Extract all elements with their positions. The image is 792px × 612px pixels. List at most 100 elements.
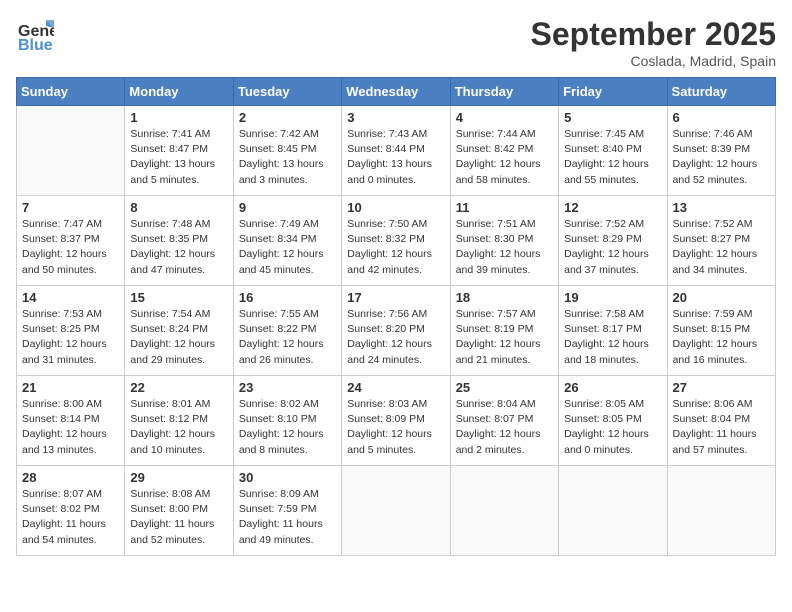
cell-line: Sunset: 8:19 PM (456, 322, 553, 337)
cell-line: and 16 minutes. (673, 353, 770, 368)
calendar-cell: 2Sunrise: 7:42 AMSunset: 8:45 PMDaylight… (233, 106, 341, 196)
cell-line: Sunrise: 7:59 AM (673, 307, 770, 322)
cell-line: Sunrise: 7:57 AM (456, 307, 553, 322)
cell-line: Sunset: 8:40 PM (564, 142, 661, 157)
cell-line: Sunrise: 8:06 AM (673, 397, 770, 412)
calendar-cell: 6Sunrise: 7:46 AMSunset: 8:39 PMDaylight… (667, 106, 775, 196)
cell-line: Sunset: 8:37 PM (22, 232, 119, 247)
day-number: 5 (564, 110, 661, 125)
cell-line: Daylight: 12 hours (22, 337, 119, 352)
day-header-tuesday: Tuesday (233, 78, 341, 106)
cell-line: Daylight: 12 hours (239, 337, 336, 352)
day-number: 17 (347, 290, 444, 305)
day-number: 18 (456, 290, 553, 305)
cell-line: and 34 minutes. (673, 263, 770, 278)
cell-line: Daylight: 11 hours (239, 517, 336, 532)
title-block: September 2025 Coslada, Madrid, Spain (531, 16, 776, 69)
cell-line: Daylight: 12 hours (564, 427, 661, 442)
cell-line: Sunset: 8:42 PM (456, 142, 553, 157)
cell-line: Daylight: 11 hours (22, 517, 119, 532)
logo-icon: General Blue (16, 16, 54, 59)
calendar-cell: 9Sunrise: 7:49 AMSunset: 8:34 PMDaylight… (233, 196, 341, 286)
week-row-1: 1Sunrise: 7:41 AMSunset: 8:47 PMDaylight… (17, 106, 776, 196)
day-number: 9 (239, 200, 336, 215)
cell-line: and 52 minutes. (673, 173, 770, 188)
cell-line: Sunset: 8:00 PM (130, 502, 227, 517)
calendar-cell: 28Sunrise: 8:07 AMSunset: 8:02 PMDayligh… (17, 466, 125, 556)
cell-line: Daylight: 12 hours (673, 337, 770, 352)
cell-line: Daylight: 11 hours (673, 427, 770, 442)
cell-line: and 52 minutes. (130, 533, 227, 548)
day-number: 28 (22, 470, 119, 485)
cell-line: Sunrise: 8:02 AM (239, 397, 336, 412)
calendar-cell: 26Sunrise: 8:05 AMSunset: 8:05 PMDayligh… (559, 376, 667, 466)
calendar-cell (450, 466, 558, 556)
day-number: 29 (130, 470, 227, 485)
calendar-cell: 17Sunrise: 7:56 AMSunset: 8:20 PMDayligh… (342, 286, 450, 376)
calendar-cell: 29Sunrise: 8:08 AMSunset: 8:00 PMDayligh… (125, 466, 233, 556)
day-number: 2 (239, 110, 336, 125)
day-number: 12 (564, 200, 661, 215)
calendar-cell: 11Sunrise: 7:51 AMSunset: 8:30 PMDayligh… (450, 196, 558, 286)
cell-line: and 5 minutes. (347, 443, 444, 458)
cell-line: and 45 minutes. (239, 263, 336, 278)
cell-line: Daylight: 12 hours (347, 247, 444, 262)
cell-line: and 3 minutes. (239, 173, 336, 188)
day-header-sunday: Sunday (17, 78, 125, 106)
cell-line: Sunrise: 7:49 AM (239, 217, 336, 232)
cell-line: Sunrise: 7:44 AM (456, 127, 553, 142)
cell-line: Sunset: 8:39 PM (673, 142, 770, 157)
calendar-cell: 20Sunrise: 7:59 AMSunset: 8:15 PMDayligh… (667, 286, 775, 376)
cell-line: Daylight: 12 hours (22, 427, 119, 442)
cell-line: and 42 minutes. (347, 263, 444, 278)
cell-line: and 50 minutes. (22, 263, 119, 278)
cell-line: Sunrise: 7:54 AM (130, 307, 227, 322)
cell-line: Daylight: 13 hours (239, 157, 336, 172)
cell-line: Sunset: 8:32 PM (347, 232, 444, 247)
cell-line: Sunrise: 8:00 AM (22, 397, 119, 412)
calendar-cell: 24Sunrise: 8:03 AMSunset: 8:09 PMDayligh… (342, 376, 450, 466)
cell-line: Sunset: 8:25 PM (22, 322, 119, 337)
cell-line: Daylight: 12 hours (673, 247, 770, 262)
cell-line: and 0 minutes. (347, 173, 444, 188)
calendar-cell: 3Sunrise: 7:43 AMSunset: 8:44 PMDaylight… (342, 106, 450, 196)
cell-line: Daylight: 13 hours (347, 157, 444, 172)
cell-line: Sunset: 8:12 PM (130, 412, 227, 427)
week-row-5: 28Sunrise: 8:07 AMSunset: 8:02 PMDayligh… (17, 466, 776, 556)
cell-line: and 49 minutes. (239, 533, 336, 548)
week-row-4: 21Sunrise: 8:00 AMSunset: 8:14 PMDayligh… (17, 376, 776, 466)
calendar-cell: 22Sunrise: 8:01 AMSunset: 8:12 PMDayligh… (125, 376, 233, 466)
day-number: 24 (347, 380, 444, 395)
location: Coslada, Madrid, Spain (531, 53, 776, 69)
cell-line: Daylight: 13 hours (130, 157, 227, 172)
day-number: 1 (130, 110, 227, 125)
cell-line: Sunset: 8:14 PM (22, 412, 119, 427)
cell-line: Daylight: 12 hours (564, 337, 661, 352)
cell-line: Sunrise: 7:52 AM (564, 217, 661, 232)
day-number: 3 (347, 110, 444, 125)
cell-line: Daylight: 12 hours (130, 427, 227, 442)
cell-line: and 21 minutes. (456, 353, 553, 368)
day-header-friday: Friday (559, 78, 667, 106)
cell-line: Sunset: 8:22 PM (239, 322, 336, 337)
cell-line: Sunset: 8:24 PM (130, 322, 227, 337)
month-title: September 2025 (531, 16, 776, 53)
cell-line: Sunset: 8:10 PM (239, 412, 336, 427)
day-number: 27 (673, 380, 770, 395)
day-header-wednesday: Wednesday (342, 78, 450, 106)
cell-line: Daylight: 12 hours (130, 247, 227, 262)
cell-line: and 26 minutes. (239, 353, 336, 368)
cell-line: and 39 minutes. (456, 263, 553, 278)
cell-line: Sunrise: 7:43 AM (347, 127, 444, 142)
calendar-cell: 27Sunrise: 8:06 AMSunset: 8:04 PMDayligh… (667, 376, 775, 466)
cell-line: Sunrise: 8:09 AM (239, 487, 336, 502)
week-row-2: 7Sunrise: 7:47 AMSunset: 8:37 PMDaylight… (17, 196, 776, 286)
cell-line: Daylight: 12 hours (456, 427, 553, 442)
cell-line: Daylight: 12 hours (673, 157, 770, 172)
day-number: 19 (564, 290, 661, 305)
cell-line: Sunset: 8:35 PM (130, 232, 227, 247)
cell-line: Sunset: 8:15 PM (673, 322, 770, 337)
calendar-table: SundayMondayTuesdayWednesdayThursdayFrid… (16, 77, 776, 556)
cell-line: and 8 minutes. (239, 443, 336, 458)
cell-line: Sunset: 8:34 PM (239, 232, 336, 247)
